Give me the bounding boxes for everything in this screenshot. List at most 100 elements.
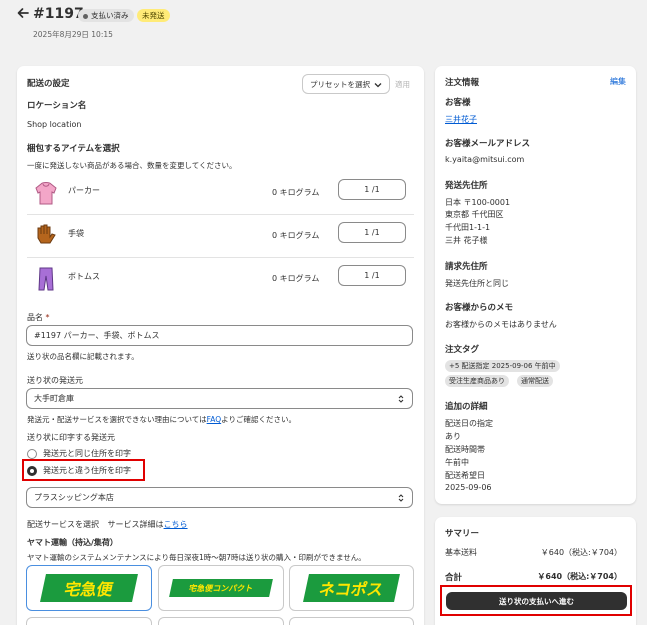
ship-to-line: 東京都 千代田区 <box>445 210 504 219</box>
payment-status-label: 支払い済み <box>91 11 129 20</box>
quantity-input[interactable]: 1 /1 <box>338 222 406 243</box>
origin-label: 送り状の発送元 <box>27 376 83 385</box>
customer-label: お客様 <box>445 98 471 108</box>
item-row: ボトムス 0 キログラム 1 /1 <box>17 258 424 300</box>
item-weight: 0 キログラム <box>272 188 320 197</box>
service-detail-text: サービス詳細は <box>107 520 164 529</box>
faq-link[interactable]: FAQ <box>207 415 222 424</box>
highlight-box <box>440 585 632 616</box>
item-name: 手袋 <box>68 229 84 238</box>
items-hint: 一度に発送しない商品がある場合、数量を変更してください。 <box>27 161 237 170</box>
radio-same-label: 発送元と同じ住所を印字 <box>43 449 131 458</box>
carrier-option-nekopos[interactable]: ネコポス <box>289 565 414 611</box>
ship-to-line: 千代田1-1-1 <box>445 223 491 232</box>
select-arrows-icon <box>398 494 404 502</box>
order-info-title: 注文情報 <box>445 78 480 88</box>
carrier-option-compact[interactable]: 宅急便コンパクト <box>158 565 284 611</box>
preset-select-label: プリセットを選択 <box>310 79 370 89</box>
details-line: 午前中 <box>445 458 469 467</box>
order-date: 2025年8月29日 10:15 <box>33 30 113 39</box>
product-name-help: 送り状の品名欄に記載されます。 <box>27 352 139 361</box>
total-value: ￥640（税込:￥704） <box>537 572 622 581</box>
carrier-logo-text: 宅急便 <box>62 580 115 599</box>
shipping-settings-title: 配送の設定 <box>27 79 70 89</box>
details-line: 配送日の指定 <box>445 419 493 428</box>
shipping-settings-card: 配送の設定 プリセットを選択 適用 ロケーション名 Shop location … <box>17 66 424 625</box>
email-value: k.yaita@mitsui.com <box>445 155 525 164</box>
arrow-left-icon <box>17 8 29 18</box>
origin-help: 発送元・配送サービスを選択できない理由についてはFAQよりご確認ください。 <box>27 414 296 425</box>
item-weight: 0 キログラム <box>272 274 320 283</box>
carrier-option[interactable] <box>289 617 414 625</box>
origin-help-text: 発送元・配送サービスを選択できない理由については <box>27 415 207 424</box>
quantity-input[interactable]: 1 /1 <box>338 265 406 286</box>
item-row: 手袋 0 キログラム 1 /1 <box>17 215 424 257</box>
compact-logo: 宅急便コンパクト <box>169 579 273 597</box>
radio-same-address[interactable]: 発送元と同じ住所を印字 <box>27 448 131 459</box>
product-name-input[interactable]: #1197 パーカー、手袋、ボトムス <box>26 325 413 346</box>
memo-value: お客様からのメモはありません <box>445 320 557 329</box>
status-dot-icon <box>83 13 88 19</box>
carrier-notice: ヤマト運輸のシステムメンテナンスにより毎日深夜1時〜朝7時は送り状の購入・印刷が… <box>27 553 366 562</box>
product-name-label: 品名 * <box>27 312 50 323</box>
origin-help-suffix: よりご確認ください。 <box>221 415 297 424</box>
item-weight: 0 キログラム <box>272 231 320 240</box>
print-origin-select-value: プラスシッピング本店 <box>34 493 114 502</box>
takkyubin-logo: 宅急便 <box>40 574 138 602</box>
details-line: あり <box>445 432 461 441</box>
tags-label: 注文タグ <box>445 345 480 355</box>
payment-status-badge: 支払い済み <box>78 9 134 22</box>
email-label: お客様メールアドレス <box>445 139 531 149</box>
carrier-logo-text: ネコポス <box>317 580 386 599</box>
base-fee-label: 基本送料 <box>445 548 477 557</box>
back-button[interactable] <box>16 6 32 22</box>
item-name: ボトムス <box>68 272 100 281</box>
details-line: 配送時間帯 <box>445 445 485 454</box>
details-label: 追加の詳細 <box>445 402 488 412</box>
origin-select[interactable]: 大手町倉庫 <box>26 388 413 409</box>
origin-select-value: 大手町倉庫 <box>34 394 74 403</box>
preset-select[interactable]: プリセットを選択 <box>302 74 390 94</box>
ship-to-line: 日本 〒100-0001 <box>445 198 511 207</box>
memo-label: お客様からのメモ <box>445 303 514 313</box>
location-title: ロケーション名 <box>27 101 87 111</box>
required-mark: * <box>45 313 50 322</box>
order-tag: 受注生産商品あり <box>445 375 509 387</box>
service-detail-link[interactable]: こちら <box>164 520 188 529</box>
order-tag: 通常配送 <box>517 375 553 387</box>
carrier-option-takkyubin[interactable]: 宅急便 <box>26 565 152 611</box>
fulfillment-status-badge: 未発送 <box>137 9 170 22</box>
product-name-label-text: 品名 <box>27 313 43 322</box>
edit-link[interactable]: 編集 <box>610 76 626 87</box>
summary-title: サマリー <box>445 529 480 539</box>
items-title: 梱包するアイテムを選択 <box>27 144 120 154</box>
item-name: パーカー <box>68 186 100 195</box>
print-origin-label: 送り状に印字する発送元 <box>27 433 115 442</box>
details-line: 配送希望日 <box>445 471 485 480</box>
carrier-name: ヤマト運輸（持込/集荷） <box>27 538 118 547</box>
order-tag: +5 配送指定 2025-09-06 午前中 <box>445 360 560 372</box>
glove-icon <box>32 221 60 249</box>
item-row: パーカー 0 キログラム 1 /1 <box>17 172 424 214</box>
base-fee-value: ￥640（税込:￥704） <box>540 548 622 557</box>
total-label: 合計 <box>445 573 463 583</box>
page-title: #1197 <box>33 6 84 22</box>
service-label: 配送サービスを選択 <box>27 520 99 529</box>
nekopos-logo: ネコポス <box>303 574 400 602</box>
apply-button[interactable]: 適用 <box>395 79 410 90</box>
select-arrows-icon <box>398 395 404 403</box>
pants-icon <box>32 265 60 293</box>
billing-value: 発送先住所と同じ <box>445 279 509 288</box>
billing-label: 請求先住所 <box>445 262 488 272</box>
customer-link[interactable]: 三井花子 <box>445 114 477 125</box>
carrier-logo-text: 宅急便コンパクト <box>188 583 254 593</box>
location-value: Shop location <box>27 120 82 129</box>
highlight-box <box>22 459 145 481</box>
print-origin-select[interactable]: プラスシッピング本店 <box>26 487 413 508</box>
ship-to-label: 発送先住所 <box>445 181 488 191</box>
carrier-option[interactable] <box>26 617 152 625</box>
service-label-row: 配送サービスを選択 サービス詳細はこちら <box>27 519 188 530</box>
radio-unchecked-icon <box>27 448 37 459</box>
carrier-option[interactable] <box>158 617 284 625</box>
quantity-input[interactable]: 1 /1 <box>338 179 406 200</box>
